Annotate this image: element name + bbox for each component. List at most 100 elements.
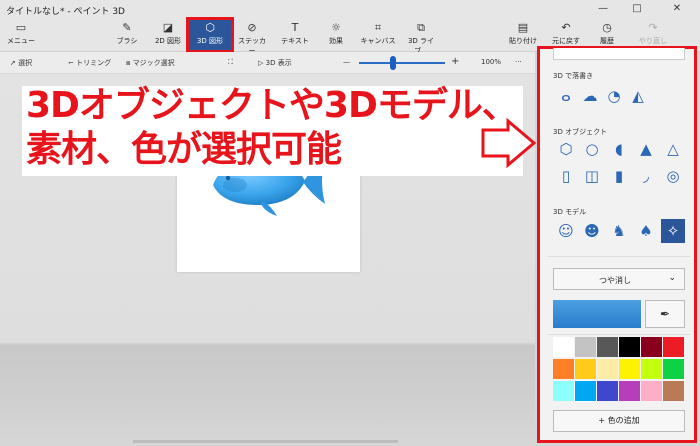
color-swatch[interactable] <box>619 337 640 357</box>
text-label: テキスト <box>281 37 309 45</box>
color-swatch[interactable] <box>663 359 684 379</box>
view-toggle-icon[interactable]: ⛶ <box>228 58 233 67</box>
selected-color-swatch[interactable] <box>553 300 641 328</box>
brush-label: ブラシ <box>116 37 138 45</box>
material-value: つや消し <box>599 276 631 285</box>
select-label: 選択 <box>18 59 33 67</box>
plus-icon: + <box>598 416 606 425</box>
more-options-button[interactable]: ··· <box>515 58 522 66</box>
panel-divider <box>548 256 690 257</box>
3d-library-tab[interactable]: ⧉ 3D ライブ... <box>402 20 440 55</box>
add-color-label: 色の追加 <box>607 416 640 425</box>
dog-model-icon[interactable]: ♞ <box>609 221 629 241</box>
text-icon: T <box>291 21 299 34</box>
color-swatch[interactable] <box>641 359 662 379</box>
annotation-line-1: 3Dオブジェクトや3Dモデル、 <box>26 85 518 126</box>
color-swatch[interactable] <box>553 359 574 379</box>
magic-select-tool[interactable]: ⧈ マジック選択 <box>126 58 175 68</box>
panel-divider-2 <box>548 334 690 335</box>
panel-top-field <box>553 48 685 60</box>
crop-icon: ⌐ <box>68 59 74 67</box>
pyramid-shape-icon[interactable]: △ <box>663 139 683 159</box>
select-tool[interactable]: ➚ 選択 <box>10 58 32 68</box>
effects-tab[interactable]: ☼ 効果 <box>325 20 347 50</box>
stickers-tab[interactable]: ⊘ ステッカー <box>236 20 268 55</box>
color-swatch[interactable] <box>641 381 662 401</box>
clipboard-icon: ▤ <box>517 21 529 34</box>
annotation-callout: 3Dオブジェクトや3Dモデル、 素材、色が選択可能 <box>26 84 526 172</box>
magic-select-icon: ⧈ <box>126 59 131 67</box>
hemisphere-shape-icon[interactable]: ◖ <box>609 139 629 159</box>
bent-shape-icon[interactable]: ◞ <box>636 166 656 186</box>
color-swatch[interactable] <box>619 381 640 401</box>
maximize-button[interactable]: □ <box>624 2 650 16</box>
zoom-slider-thumb[interactable] <box>390 56 397 70</box>
cube-icon: ⬡ <box>205 21 215 34</box>
cursor-icon: ➚ <box>10 59 16 67</box>
magic-select-label: マジック選択 <box>132 59 175 67</box>
brush-icon: ✎ <box>122 21 132 34</box>
capsule-shape-icon[interactable]: ▮ <box>609 166 629 186</box>
color-swatch[interactable] <box>597 337 618 357</box>
2d-shapes-icon: ◪ <box>162 21 174 34</box>
folder-icon: ▭ <box>15 21 27 34</box>
color-swatch[interactable] <box>663 337 684 357</box>
add-color-button[interactable]: + 色の追加 <box>553 410 685 432</box>
cone-shape-icon[interactable]: ▲ <box>636 139 656 159</box>
3d-view-tool[interactable]: ▷ 3D 表示 <box>258 58 292 68</box>
donut-shape-icon[interactable]: ◎ <box>663 166 683 186</box>
zoom-out-button[interactable]: — <box>343 58 350 66</box>
menu-button[interactable]: ▭ メニュー <box>6 20 36 50</box>
sphere-shape-icon[interactable]: ○ <box>582 139 602 159</box>
color-swatch[interactable] <box>553 381 574 401</box>
2d-shapes-tab[interactable]: ◪ 2D 図形 <box>152 20 184 50</box>
eyedropper-button[interactable]: ✒ <box>645 300 685 328</box>
cube-shape-icon[interactable]: ⬡ <box>556 139 576 159</box>
soft-doodle-icon[interactable]: ☁ <box>580 86 600 106</box>
color-swatch[interactable] <box>574 380 597 402</box>
fish-model-icon[interactable]: ✧ <box>661 219 685 243</box>
doodle-section-label: 3D で落書き <box>553 72 594 80</box>
tube-shape-icon[interactable]: ◫ <box>582 166 602 186</box>
material-dropdown[interactable]: つや消し ⌄ <box>553 268 685 290</box>
doodle-alt-icon[interactable]: ◔ <box>604 86 624 106</box>
paste-label[interactable]: 貼り付け <box>509 37 537 45</box>
color-swatch[interactable] <box>575 337 596 357</box>
3d-shapes-tab[interactable]: ⬡ 3D 図形 <box>186 17 234 53</box>
crop-label: トリミング <box>76 59 112 67</box>
text-tab[interactable]: T テキスト <box>280 20 310 50</box>
canvas-tab[interactable]: ⌗ キャンバス <box>360 20 396 50</box>
minimize-button[interactable]: — <box>590 2 616 16</box>
redo-label: やり直し <box>639 37 667 45</box>
brush-tab[interactable]: ✎ ブラシ <box>112 20 142 50</box>
effects-label: 効果 <box>329 37 343 45</box>
horizontal-scrollbar[interactable] <box>133 440 398 443</box>
cat-model-icon[interactable]: ♠ <box>636 221 656 241</box>
close-button[interactable]: ✕ <box>664 2 690 16</box>
sub-toolbar: ➚ 選択 ⌐ トリミング ⧈ マジック選択 ⛶ ▷ 3D 表示 — + 100%… <box>0 52 535 74</box>
zoom-slider[interactable] <box>359 62 445 64</box>
woman-model-icon[interactable]: ☻ <box>582 221 602 241</box>
history-label: 履歴 <box>600 37 614 45</box>
sharp-doodle-icon[interactable]: ⴰ <box>556 86 576 106</box>
model-section-label: 3D モデル <box>553 208 587 216</box>
color-swatch[interactable] <box>553 337 574 357</box>
color-swatch[interactable] <box>663 381 684 401</box>
man-model-icon[interactable]: ☺ <box>556 221 576 241</box>
sticker-icon: ⊘ <box>247 21 257 34</box>
cylinder-shape-icon[interactable]: ▯ <box>556 166 576 186</box>
color-swatch[interactable] <box>597 381 618 401</box>
doodle-fish-icon[interactable]: ◭ <box>628 86 648 106</box>
paste-button[interactable]: ▤ 貼り付け <box>508 20 538 50</box>
color-swatch[interactable] <box>619 359 640 379</box>
color-swatch[interactable] <box>575 359 596 379</box>
zoom-in-button[interactable]: + <box>451 56 459 67</box>
object-section-label: 3D オブジェクト <box>553 128 608 136</box>
sun-icon: ☼ <box>331 21 341 34</box>
crop-tool[interactable]: ⌐ トリミング <box>68 58 111 68</box>
history-icon: ◷ <box>602 21 612 34</box>
color-swatch[interactable] <box>597 359 618 379</box>
canvas-icon: ⌗ <box>374 21 382 34</box>
color-swatch[interactable] <box>641 337 662 357</box>
zoom-level: 100% <box>481 58 502 66</box>
